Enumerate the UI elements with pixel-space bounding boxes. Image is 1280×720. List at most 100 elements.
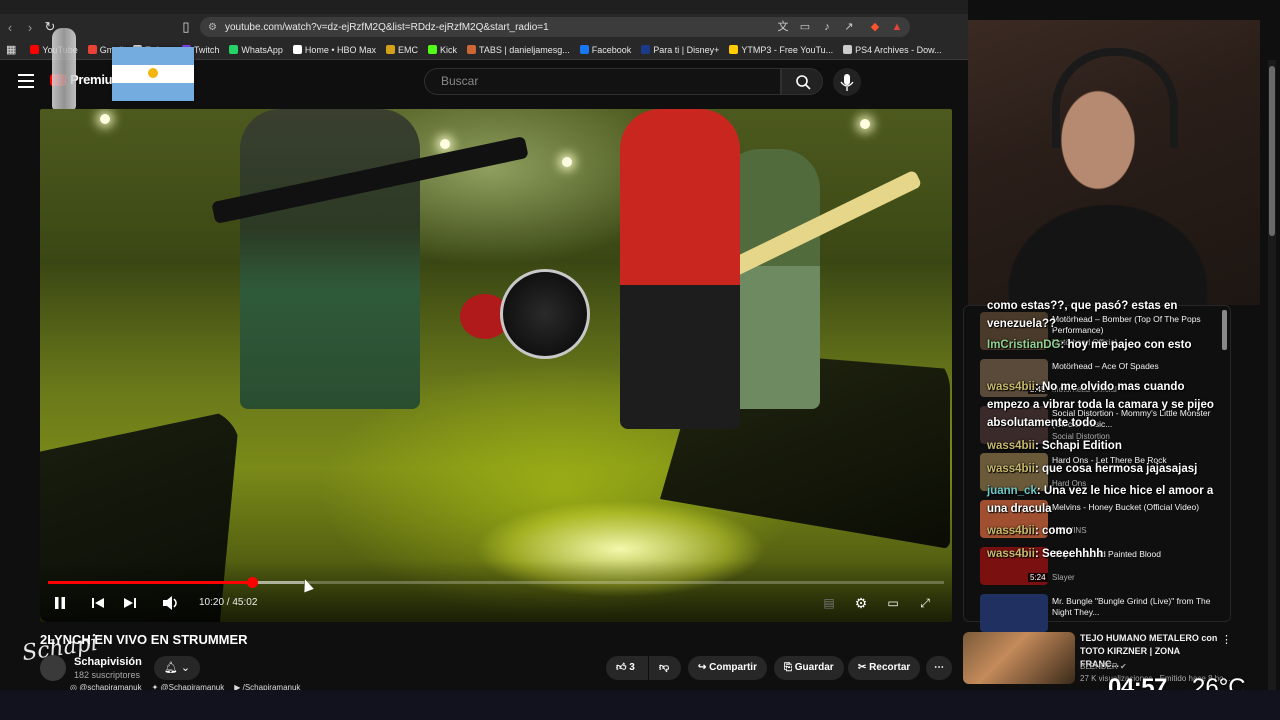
recommendation-item[interactable]: Mr. Bungle "Bungle Grind (Live)" from Th…: [980, 594, 1230, 634]
thumbs-down-icon: 👎︎: [659, 662, 670, 673]
bookmark-item[interactable]: YTMP3 - Free YouTu...: [729, 45, 833, 55]
bookmark-label: Kick: [440, 44, 458, 55]
bookmark-label: YTMP3 - Free YouTu...: [741, 44, 834, 55]
forward-icon[interactable]: ›: [20, 20, 40, 35]
bookmark-favicon-icon: [87, 45, 97, 54]
brave-shield-icon[interactable]: ◆: [866, 18, 884, 36]
guitarist-left: [240, 109, 420, 409]
bookmark-item[interactable]: TABS | danieljamesg...: [467, 45, 570, 55]
bookmark-favicon-icon: [229, 45, 239, 54]
bookmark-item[interactable]: WhatsApp: [229, 45, 283, 55]
chat-username: wass4bii: [987, 525, 1035, 537]
tab-strip: [0, 0, 968, 14]
theater-mode-button[interactable]: ▭: [884, 594, 902, 612]
chat-text: como estas??, que pasó? estas en venezue…: [987, 300, 1178, 330]
theater-icon: ▭: [887, 596, 899, 610]
recommendations-scrollbar[interactable]: [1222, 310, 1227, 350]
video-player[interactable]: [40, 109, 952, 622]
rewards-icon[interactable]: ▲: [888, 18, 906, 36]
chat-message: wass4bii: Schapi Edition: [987, 437, 1219, 455]
apps-icon[interactable]: ▦: [6, 43, 16, 56]
controls-gradient: [40, 560, 952, 622]
share-button[interactable]: ↪ Compartir: [688, 656, 767, 680]
clip-label: Recortar: [869, 662, 911, 673]
bookmark-item[interactable]: PS4 Archives - Dow...: [843, 45, 942, 55]
subscriber-count: 182 suscriptores: [74, 670, 141, 680]
bookmark-label: Para ti | Disney+: [653, 44, 720, 55]
bookmark-label: EMC: [398, 44, 419, 55]
bookmark-favicon-icon: [641, 45, 651, 54]
hamburger-menu-icon[interactable]: [18, 74, 34, 88]
thumbs-up-icon: 👍︎: [616, 662, 627, 673]
featured-recommendation[interactable]: TEJO HUMANO METALERO con TOTO KIRZNER | …: [963, 631, 1232, 685]
search-input[interactable]: Buscar: [424, 68, 781, 95]
clip-button[interactable]: ✂ Recortar: [848, 656, 921, 680]
channel-avatar[interactable]: [40, 655, 66, 681]
bookmark-label: WhatsApp: [241, 44, 283, 55]
address-text: youtube.com/watch?v=dz-ejRzfM2Q&list=RDd…: [224, 21, 549, 33]
back-icon[interactable]: ‹: [0, 20, 20, 35]
media-icon[interactable]: ♪: [818, 18, 836, 36]
subtitles-icon: ▤: [823, 596, 835, 610]
settings-button[interactable]: ⚙: [852, 594, 870, 612]
cast-icon[interactable]: ▭: [796, 18, 814, 36]
share-label: Compartir: [709, 662, 757, 673]
fullscreen-button[interactable]: ⤢: [916, 594, 934, 612]
dislike-button[interactable]: 👎︎: [649, 656, 681, 680]
bookmark-item[interactable]: Para ti | Disney+: [641, 45, 719, 55]
chat-text: : Schapi Edition: [1034, 440, 1122, 452]
translate-icon[interactable]: 文: [774, 18, 792, 36]
bookmark-item[interactable]: Home • HBO Max: [292, 44, 377, 55]
recommendation-title[interactable]: Mr. Bungle "Bungle Grind (Live)" from Th…: [1052, 596, 1222, 618]
scissors-icon: ✂: [858, 662, 867, 673]
recommendation-channel: Slayer: [1052, 573, 1075, 582]
singer: [620, 109, 740, 429]
more-actions-button[interactable]: ⋯: [926, 656, 952, 680]
bookmark-favicon-icon: [729, 45, 739, 54]
bookmark-label: Facebook: [591, 44, 632, 55]
site-info-icon[interactable]: ⚙: [208, 22, 217, 33]
pause-icon: [55, 597, 65, 609]
bookmark-icon[interactable]: ▯: [176, 19, 196, 35]
bookmark-label: Twitch: [193, 44, 220, 55]
chat-username: wass4bii: [987, 463, 1035, 475]
bookmark-label: Home • HBO Max: [304, 44, 377, 55]
bookmark-favicon-icon: [428, 45, 438, 54]
subtitles-button[interactable]: ▤: [820, 594, 838, 612]
voice-search-button[interactable]: [833, 68, 861, 96]
next-button[interactable]: [122, 594, 138, 612]
recommendation-title[interactable]: Motörhead – Ace Of Spades: [1052, 361, 1222, 372]
chat-message: juann_ck: Una vez le hice hice el amoor …: [987, 482, 1219, 518]
save-label: Guardar: [794, 662, 834, 673]
recommendation-thumbnail[interactable]: [980, 594, 1048, 632]
bookmark-favicon-icon: [579, 45, 589, 54]
page-scrollbar-thumb[interactable]: [1269, 66, 1275, 236]
bookmark-item[interactable]: EMC: [386, 45, 418, 55]
hand-sticker: [52, 28, 76, 110]
bookmark-favicon-icon: [467, 45, 477, 54]
pause-button[interactable]: [52, 594, 68, 612]
bottom-bar: [0, 690, 1280, 720]
gear-icon: ⚙: [854, 595, 868, 611]
featured-thumbnail[interactable]: [963, 632, 1075, 684]
volume-button[interactable]: [161, 594, 181, 612]
bass-drum: [500, 269, 590, 359]
previous-button[interactable]: [90, 594, 106, 612]
progress-scrubber[interactable]: [246, 577, 258, 588]
search-button[interactable]: [781, 68, 823, 95]
save-button[interactable]: ⎘ Guardar: [774, 656, 844, 680]
chat-username: ImCristianDG: [987, 339, 1061, 351]
volume-icon: [163, 596, 177, 610]
duration-badge: 5:24: [1028, 573, 1048, 582]
more-icon: ⋯: [934, 662, 944, 673]
flag-sun-icon: [148, 68, 158, 78]
bookmark-item[interactable]: Kick: [428, 45, 457, 55]
share-icon[interactable]: ↗: [840, 18, 858, 36]
bookmark-item[interactable]: Facebook: [579, 44, 632, 55]
bell-icon: 🔔︎ ⌄: [163, 662, 191, 674]
channel-name[interactable]: Schapivisión: [74, 656, 142, 668]
time-display: 10:20 / 45:02: [199, 597, 258, 608]
like-button[interactable]: 👍︎ 3: [606, 656, 648, 680]
more-vert-icon[interactable]: ⋮: [1221, 633, 1232, 646]
notification-bell-button[interactable]: 🔔︎ ⌄: [154, 656, 200, 680]
